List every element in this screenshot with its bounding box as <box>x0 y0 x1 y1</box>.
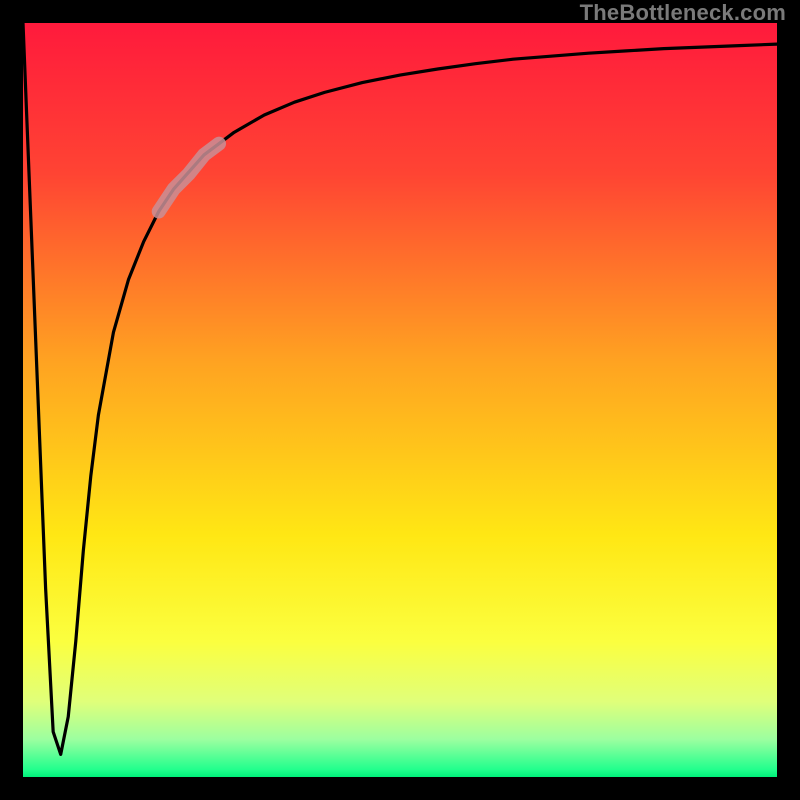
chart-frame: TheBottleneck.com <box>0 0 800 800</box>
background-gradient <box>23 23 777 777</box>
plot-area <box>23 23 777 777</box>
